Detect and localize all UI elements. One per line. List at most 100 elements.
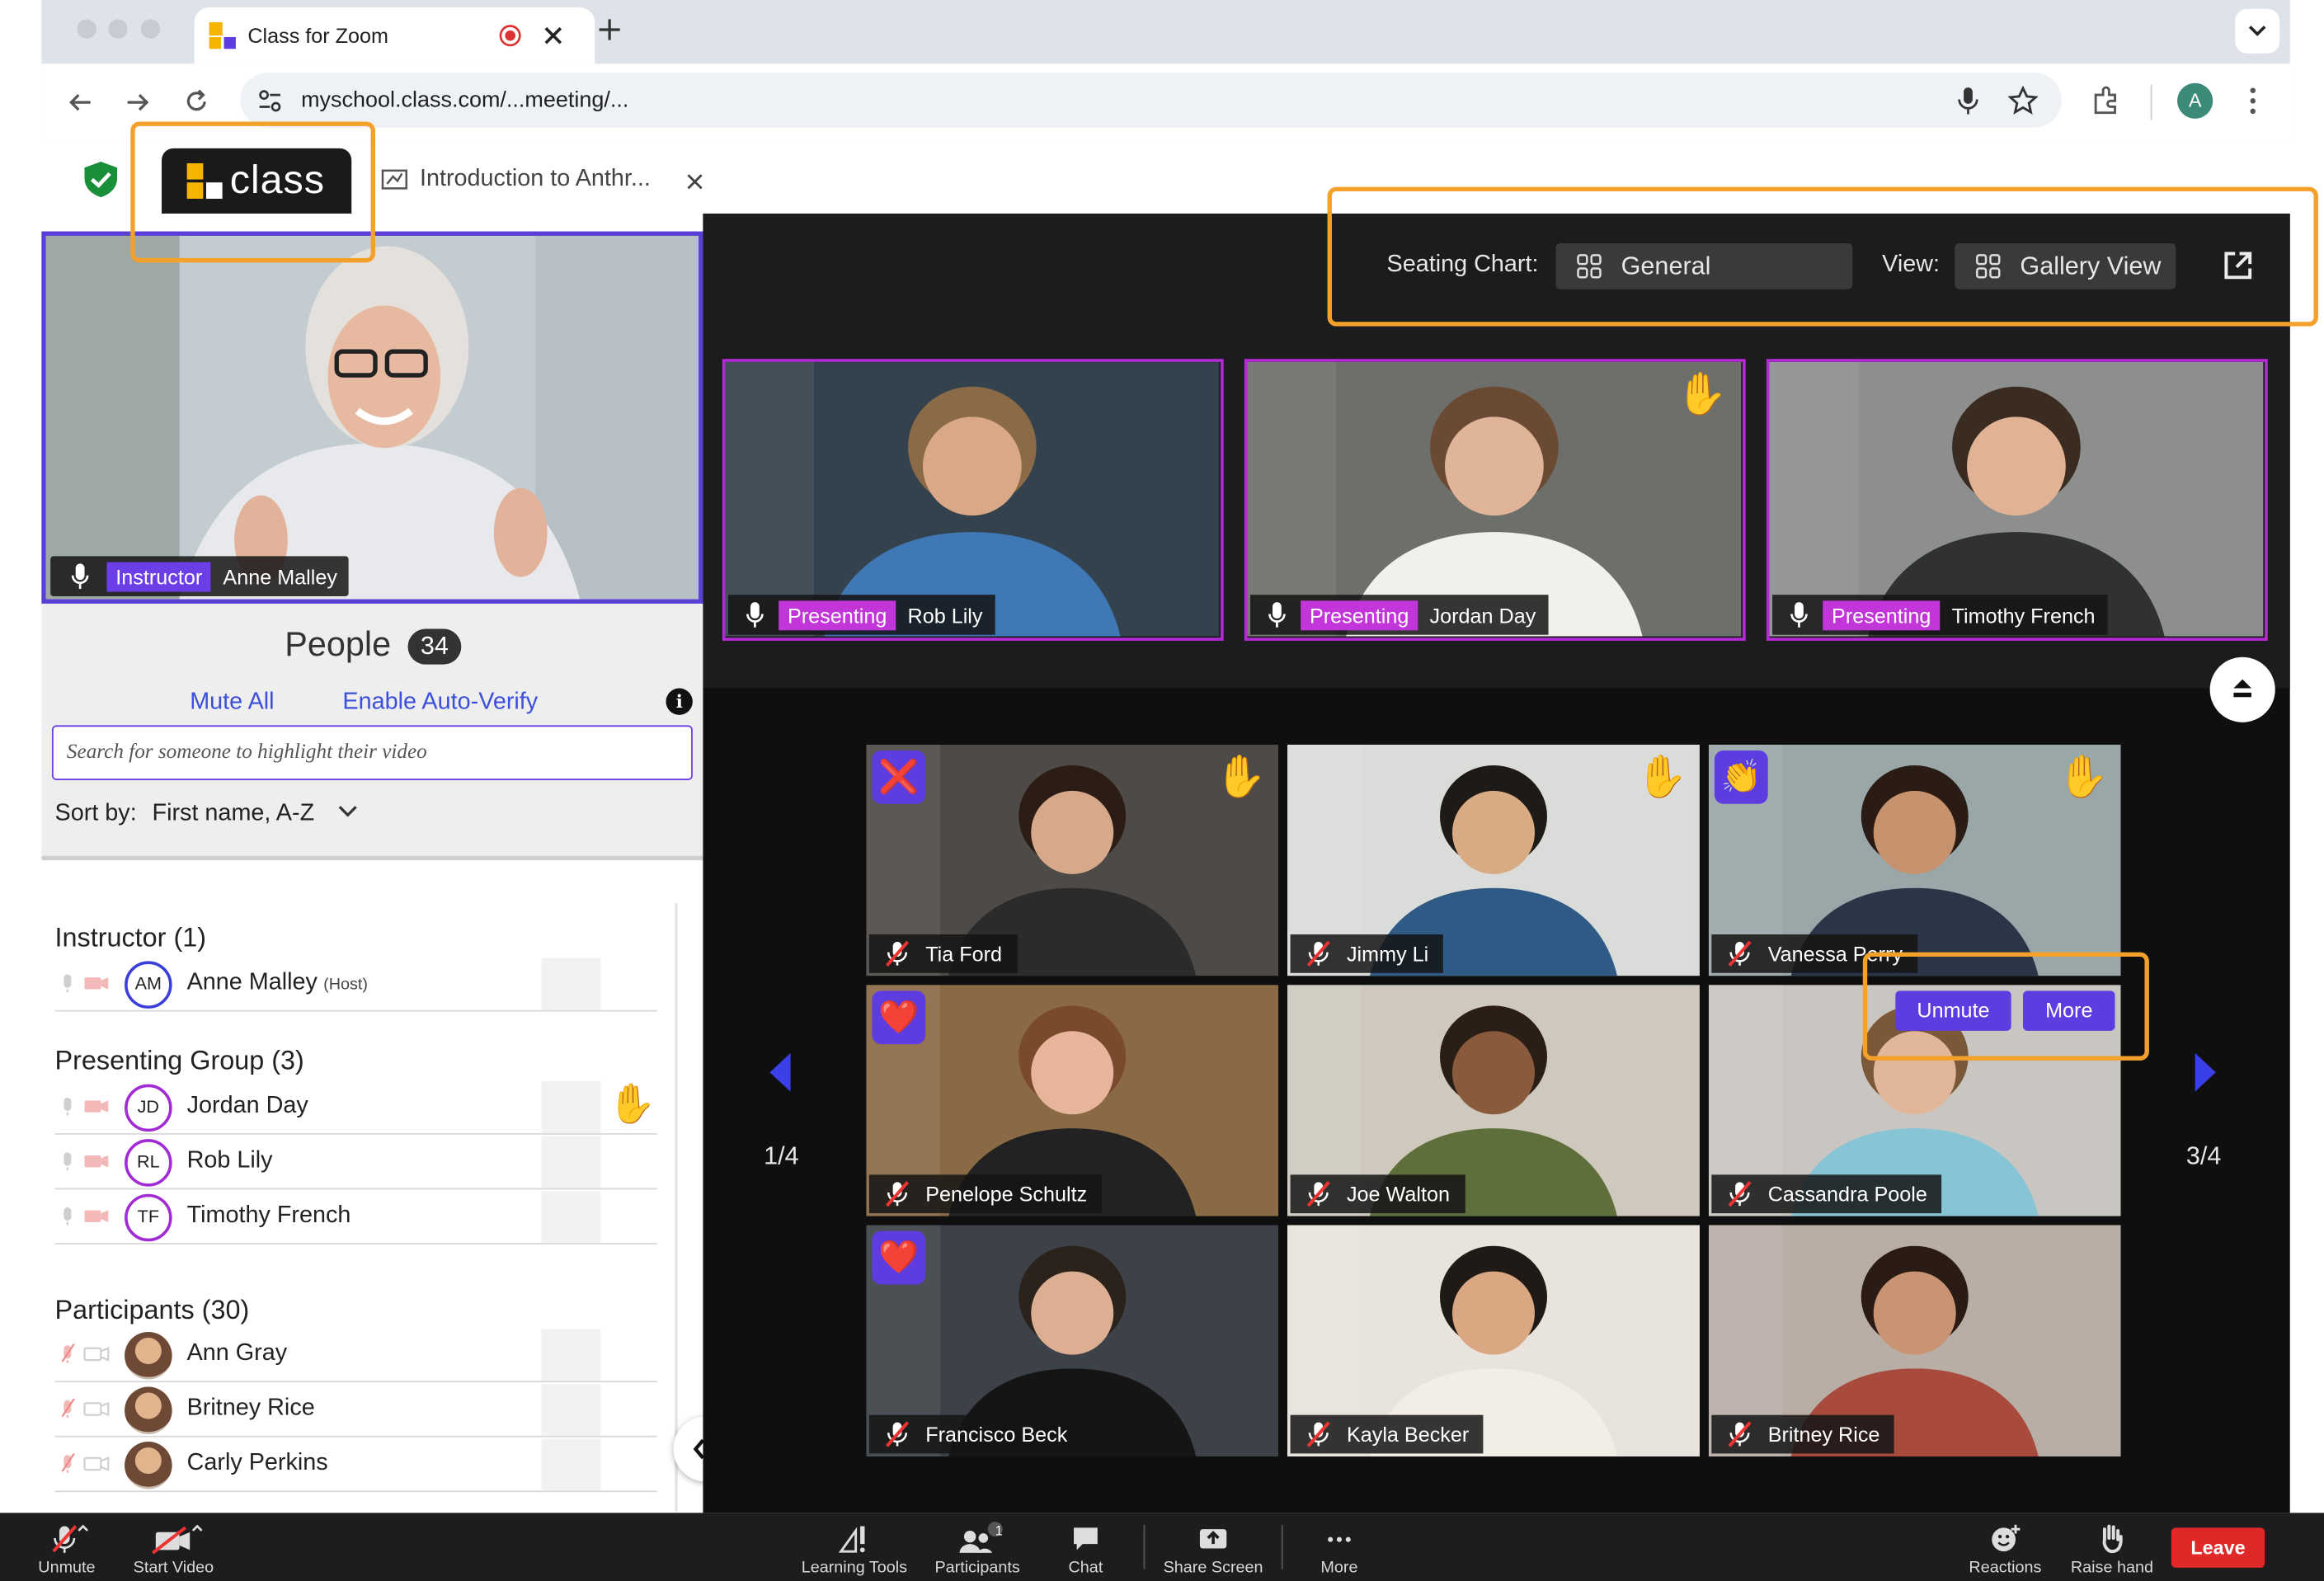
forward-arrow-icon[interactable]: [126, 91, 150, 115]
presenter-name: Jordan Day: [1429, 603, 1536, 627]
people-header: People 34: [41, 603, 703, 678]
gallery-participant-name: Francisco Beck: [925, 1422, 1068, 1447]
row-action-area: [541, 1081, 601, 1133]
avatar: RL: [125, 1139, 172, 1187]
address-bar[interactable]: myschool.class.com/...meeting/...: [240, 73, 2062, 128]
window-zoom-dot[interactable]: [140, 19, 161, 39]
participant-name: Timothy French: [186, 1202, 351, 1229]
course-tab-title[interactable]: Introduction to Anthr...: [420, 166, 651, 192]
participant-row[interactable]: Carly Perkins: [54, 1438, 657, 1493]
microphone-icon[interactable]: [1958, 86, 1978, 115]
collapse-presenters-button[interactable]: [2209, 656, 2275, 722]
site-settings-icon[interactable]: [258, 89, 282, 113]
participant-row[interactable]: Britney Rice: [54, 1383, 657, 1437]
gallery-video-tile[interactable]: Penelope Schultz ❤️: [866, 985, 1279, 1216]
back-arrow-icon[interactable]: [68, 91, 92, 115]
chevron-down-icon: [339, 806, 358, 817]
muted-microphone-icon: [885, 1421, 910, 1447]
gallery-video-tile[interactable]: Jimmy Li ✋: [1287, 744, 1700, 976]
bookmark-star-icon[interactable]: [2008, 86, 2039, 115]
extensions-puzzle-icon[interactable]: [2091, 86, 2121, 115]
gallery-video-tile[interactable]: Vanessa Perry 👏 ✋: [1708, 744, 2121, 976]
profile-avatar[interactable]: A: [2177, 82, 2213, 119]
tab-search-button[interactable]: [2235, 8, 2280, 54]
chat-button[interactable]: Chat: [1056, 1522, 1115, 1577]
muted-mic-camera-icon: [61, 1398, 110, 1419]
gallery-participant-name: Penelope Schultz: [925, 1182, 1088, 1207]
host-tag: (Host): [323, 976, 369, 994]
people-actions: Mute All Enable Auto-Verify i Sort by: F…: [41, 677, 703, 856]
start-video-button[interactable]: Start Video: [128, 1522, 220, 1577]
presenter-name-bar: Presenting Timothy French: [1772, 595, 2107, 635]
kebab-menu-icon[interactable]: [2250, 87, 2256, 115]
participant-row[interactable]: Ann Gray: [54, 1329, 657, 1383]
url-text: myschool.class.com/...meeting/...: [301, 87, 629, 113]
raise-hand-button[interactable]: Raise hand: [2066, 1522, 2158, 1577]
row-action-area: [541, 1136, 601, 1188]
browser-chrome: Class for Zoom myschool.class.com/...mee…: [41, 0, 2290, 143]
gallery-participant-name: Jimmy Li: [1346, 941, 1429, 966]
raised-hand-icon: ✋: [1676, 370, 1729, 417]
unmute-button[interactable]: Unmute: [30, 1522, 104, 1577]
muted-microphone-icon: [1728, 1181, 1752, 1207]
auto-verify-link[interactable]: Enable Auto-Verify: [342, 689, 538, 716]
share-screen-button[interactable]: Share Screen: [1157, 1522, 1270, 1577]
chat-bubble-icon: [1074, 1527, 1098, 1550]
presenting-row[interactable]: RL Rob Lily: [54, 1136, 657, 1190]
highlight-unmute-more: [1862, 952, 2149, 1061]
heart-reaction-icon: ❤️: [872, 1230, 926, 1285]
instructor-badge: Instructor: [106, 561, 212, 591]
window-minimize-dot[interactable]: [108, 19, 128, 39]
muted-microphone-icon: [1728, 940, 1752, 967]
microphone-icon: [1268, 601, 1286, 627]
instructor-video-tile[interactable]: Instructor Anne Malley: [41, 231, 703, 604]
gallery-name-bar: Cassandra Poole: [1711, 1174, 1942, 1214]
gallery-video-tile[interactable]: Kayla Becker: [1287, 1225, 1700, 1457]
presenting-row[interactable]: TF Timothy French: [54, 1191, 657, 1245]
presenter-video-tile[interactable]: Presenting Rob Lily: [722, 359, 1224, 641]
search-field[interactable]: [51, 725, 693, 780]
gallery-video-tile[interactable]: Tia Ford ❌ ✋: [866, 744, 1279, 976]
sort-control[interactable]: Sort by: First name, A-Z: [55, 801, 359, 827]
presenters-row: Presenting Rob Lily Presenting Jordan Day ✋…: [703, 338, 2290, 689]
learning-tools-button[interactable]: Learning Tools: [795, 1522, 914, 1577]
meeting-toolbar: Unmute Start Video Learning Tools 1 Part…: [0, 1513, 2324, 1581]
gallery-participant-name: Kayla Becker: [1346, 1422, 1470, 1447]
page-indicator-left: 1/4: [764, 1141, 799, 1170]
reactions-button[interactable]: Reactions: [1964, 1522, 2047, 1577]
muted-microphone-icon: [885, 940, 910, 967]
raise-hand-icon: [2102, 1524, 2123, 1554]
next-page-arrow[interactable]: [2195, 1052, 2216, 1092]
gallery-video-tile[interactable]: Francisco Beck ❤️: [866, 1225, 1279, 1457]
participants-button[interactable]: 1 Participants: [929, 1522, 1027, 1577]
info-icon[interactable]: i: [666, 688, 693, 715]
gallery-video-tile[interactable]: Britney Rice: [1708, 1225, 2121, 1457]
presenting-badge: Presenting: [779, 600, 896, 630]
browser-tab[interactable]: Class for Zoom: [194, 7, 595, 64]
new-tab-icon[interactable]: [598, 18, 622, 42]
window-close-dot[interactable]: [77, 19, 96, 39]
raise-hand-label: Raise hand: [2070, 1559, 2153, 1577]
muted-mic-camera-icon: [64, 1152, 109, 1170]
more-button[interactable]: More: [1310, 1522, 1369, 1577]
shield-check-icon: [84, 162, 118, 198]
people-scrollbar[interactable]: [675, 903, 678, 1512]
learning-tools-icon: [838, 1526, 865, 1553]
mute-all-link[interactable]: Mute All: [190, 689, 274, 716]
presenting-row[interactable]: JD Jordan Day ✋: [54, 1081, 657, 1135]
gallery-name-bar: Joe Walton: [1290, 1174, 1465, 1214]
people-count-badge: 34: [407, 628, 462, 665]
tab-close-icon[interactable]: [543, 26, 563, 46]
learning-tools-label: Learning Tools: [801, 1559, 908, 1577]
presenter-video-tile[interactable]: Presenting Jordan Day ✋: [1244, 359, 1746, 641]
course-tab-close-icon[interactable]: [687, 173, 703, 190]
instructor-row[interactable]: AM Anne Malley (Host): [54, 958, 657, 1012]
gallery-video-tile[interactable]: Joe Walton: [1287, 985, 1700, 1216]
prev-page-arrow[interactable]: [769, 1052, 791, 1092]
presenter-video-tile[interactable]: Presenting Timothy French: [1766, 359, 2268, 641]
reload-icon[interactable]: [184, 89, 209, 115]
leave-button[interactable]: Leave: [2171, 1527, 2265, 1568]
instructor-name-bar: Instructor Anne Malley: [50, 556, 350, 596]
avatar: JD: [125, 1084, 172, 1132]
search-input[interactable]: [53, 727, 692, 779]
